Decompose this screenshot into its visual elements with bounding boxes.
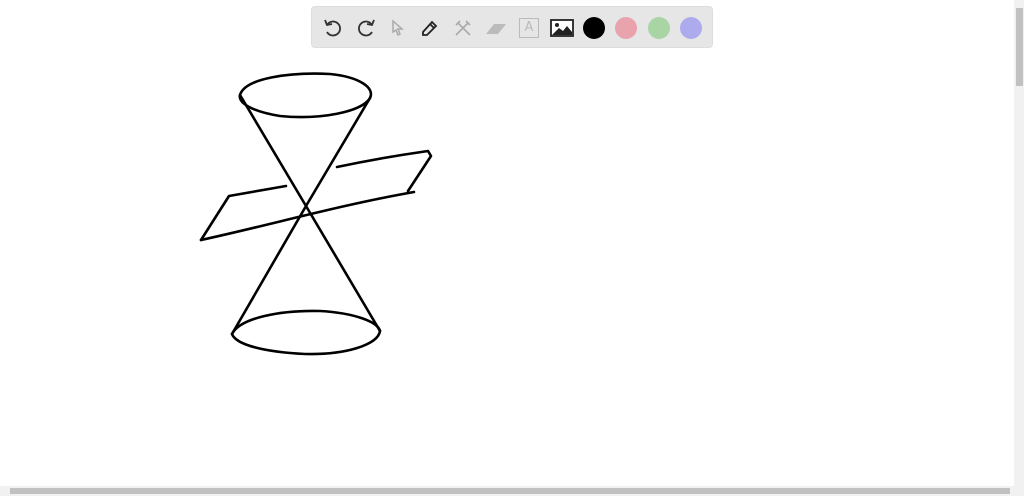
cone-left-line — [230, 93, 308, 336]
select-tool-button[interactable] — [384, 14, 412, 42]
cone-top-ellipse — [238, 72, 373, 119]
select-pointer-icon — [392, 19, 404, 37]
plane-front-edge — [199, 190, 416, 242]
horizontal-scrollbar[interactable] — [0, 486, 1024, 496]
drawing-toolbar: A — [311, 6, 713, 48]
undo-button[interactable] — [319, 14, 347, 42]
pen-icon — [422, 20, 438, 36]
eraser-button[interactable] — [482, 14, 510, 42]
tools-button[interactable] — [449, 14, 477, 42]
cone-right-line — [304, 96, 382, 333]
undo-icon — [324, 19, 341, 37]
cone-bottom-ellipse — [230, 309, 382, 356]
pen-tool-button[interactable] — [416, 14, 444, 42]
text-icon: A — [519, 18, 539, 38]
color-purple-swatch[interactable] — [680, 17, 702, 39]
vertical-scroll-thumb[interactable] — [1016, 8, 1023, 86]
redo-button[interactable] — [352, 14, 380, 42]
redo-icon — [358, 19, 375, 37]
plane-back-edge — [335, 149, 433, 193]
tools-icon — [455, 20, 471, 36]
color-green-swatch[interactable] — [648, 17, 670, 39]
eraser-icon — [486, 24, 506, 34]
horizontal-scroll-thumb[interactable] — [10, 488, 1010, 494]
color-pink-swatch[interactable] — [615, 17, 637, 39]
drawing-canvas[interactable] — [0, 0, 1014, 486]
text-tool-button[interactable]: A — [515, 14, 543, 42]
color-black-swatch[interactable] — [583, 17, 605, 39]
image-tool-button[interactable] — [548, 14, 576, 42]
image-icon — [550, 19, 574, 37]
vertical-scrollbar[interactable] — [1014, 0, 1024, 486]
plane-left-edge — [199, 184, 288, 242]
